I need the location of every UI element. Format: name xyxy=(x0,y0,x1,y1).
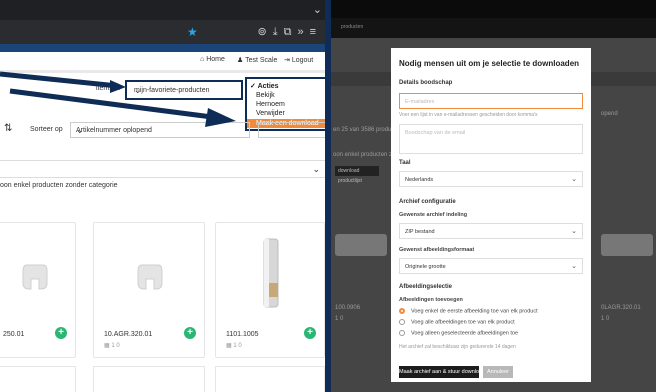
bg-text: en 25 van 3586 produc xyxy=(333,127,395,133)
product-card[interactable] xyxy=(215,366,325,392)
bg-code: 0LAGR.320.01 xyxy=(601,305,641,311)
browser-toolbar: ★ ⊚⤓⧉»≡ xyxy=(0,20,325,44)
user-icon: ♟ xyxy=(237,57,246,64)
product-card[interactable]: 250.01 + xyxy=(0,222,76,358)
chevron-down-icon: ⌄ xyxy=(571,263,577,270)
logout-link[interactable]: ⇥ Logout xyxy=(284,56,313,64)
browser-title-bar xyxy=(331,0,656,18)
details-section-title: Details boodschap xyxy=(399,80,453,86)
language-value: Nederlands xyxy=(405,177,434,183)
image-selection-title: Afbeeldingselectie xyxy=(399,284,453,290)
product-card[interactable] xyxy=(93,366,205,392)
image-format-label: Gewenst afbeeldingsformaat xyxy=(399,247,475,253)
chevron-down-icon: ⌄ xyxy=(312,164,320,174)
modal-title: Nodig mensen uit om je selectie te downl… xyxy=(399,59,580,68)
product-code: 1101.1005 xyxy=(226,331,259,338)
menu-item-delete[interactable]: Verwijder xyxy=(256,110,285,117)
product-code: 10.AGR.320.01 xyxy=(104,331,153,338)
user-link[interactable]: ♟ Test Scale xyxy=(237,56,277,64)
no-category-option[interactable]: oon enkel producten zonder categorie xyxy=(0,182,118,189)
add-product-icon[interactable]: + xyxy=(184,327,196,339)
menu-item-rename[interactable]: Hernoem xyxy=(256,101,285,108)
chevron-down-icon[interactable]: ⌄ xyxy=(313,3,322,16)
clamp-product-image xyxy=(22,264,48,290)
product-card[interactable]: 10.AGR.320.01 ▦ 1 0 + xyxy=(93,222,205,358)
add-images-label: Afbeeldingen toevoegen xyxy=(399,297,463,303)
secondary-select[interactable] xyxy=(258,122,325,138)
actions-menu-title: ✓ Acties xyxy=(250,83,279,90)
bg-code: 100.0906 xyxy=(335,305,361,311)
bg-meta: 1 0 xyxy=(601,316,610,322)
bg-text: opend xyxy=(601,111,618,117)
chevron-down-icon: ⌄ xyxy=(571,176,577,183)
archive-layout-select[interactable]: ZIP bestand ⌄ xyxy=(399,223,583,239)
site-top-bar: producten xyxy=(331,18,656,38)
radio-first-image[interactable]: Voeg enkel de eerste afbeelding toe van … xyxy=(399,308,538,314)
site-top-bar xyxy=(0,44,325,52)
add-product-icon[interactable]: + xyxy=(304,327,316,339)
chevron-down-icon: ⌄ xyxy=(134,85,142,95)
image-format-select[interactable]: Originele grootte ⌄ xyxy=(399,258,583,274)
language-select[interactable]: Nederlands ⌄ xyxy=(399,171,583,187)
header-nav: ⌂ Home ♟ Test Scale ⇥ Logout xyxy=(0,52,325,70)
language-section-title: Taal xyxy=(399,160,411,166)
browser-extension-icons[interactable]: ⊚⤓⧉»≡ xyxy=(258,25,322,39)
radio-all-images[interactable]: Voeg alle afbeeldingen toe van elk produ… xyxy=(399,319,515,325)
bg-text: oon enkel producten z xyxy=(333,152,393,158)
message-placeholder: Boodschap van de email xyxy=(405,130,466,136)
sort-row: ⇅ Sorteer op Artikelnummer oplopend ⌄ xyxy=(0,120,325,140)
archive-section-title: Archief configuratie xyxy=(399,199,456,205)
header-divider xyxy=(0,70,325,73)
add-product-icon[interactable]: + xyxy=(55,327,67,339)
radio-selected-images[interactable]: Voeg alleen geselecteerde afbeeldingen t… xyxy=(399,330,518,336)
home-link[interactable]: ⌂ Home xyxy=(200,56,225,63)
category-select[interactable]: ⌄ xyxy=(0,160,325,178)
favorites-list-select[interactable]: mijn-favoriete-producten ⌄ xyxy=(125,80,243,100)
right-panel: producten en 25 van 3586 produc oon enke… xyxy=(331,0,656,392)
sort-label: Sorteer op xyxy=(30,126,63,133)
bg-meta: 1 0 xyxy=(335,316,344,322)
product-meta: ▦ 1 0 xyxy=(226,343,242,349)
product-card[interactable] xyxy=(0,366,76,392)
create-archive-button[interactable]: Maak archief aan & stuur download link xyxy=(399,366,495,378)
pipe-product-image xyxy=(263,238,279,308)
email-placeholder: E-mailadres xyxy=(405,99,435,105)
radio-unselected-icon xyxy=(399,330,405,336)
image-format-value: Originele grootte xyxy=(405,264,446,270)
message-textarea[interactable]: Boodschap van de email xyxy=(399,124,583,154)
pipe-image xyxy=(601,234,653,256)
browser-title-bar: ⌄ xyxy=(0,0,325,20)
cancel-button[interactable]: Annuleer xyxy=(483,366,513,378)
filter-label: items in xyxy=(96,85,121,92)
bookmark-star-icon[interactable]: ★ xyxy=(187,25,198,39)
email-help-text: Voer een lijst in van e-mailadressen ges… xyxy=(399,112,538,118)
product-card[interactable]: 1101.1005 ▦ 1 0 + xyxy=(215,222,325,358)
left-panel: ⌄ ★ ⊚⤓⧉»≡ ⌂ Home ♟ Test Scale ⇥ Logout i… xyxy=(0,0,328,392)
breadcrumb: producten xyxy=(341,24,364,30)
menu-item-view[interactable]: Bekijk xyxy=(256,92,275,99)
chevron-down-icon: ⌄ xyxy=(76,125,84,135)
radio-selected-icon xyxy=(399,308,405,314)
chevron-down-icon: ⌄ xyxy=(571,228,577,235)
clamp-product-image xyxy=(137,264,163,290)
pipe-image xyxy=(335,234,387,256)
email-field[interactable]: E-mailadres xyxy=(399,93,583,109)
logout-icon: ⇥ xyxy=(284,57,292,64)
product-meta: ▦ 1 0 xyxy=(104,343,120,349)
product-code: 250.01 xyxy=(3,331,25,338)
archive-availability-note: Het archief zal beschikbaar zijn geduren… xyxy=(399,344,516,350)
archive-layout-label: Gewenste archief indeling xyxy=(399,212,468,218)
radio-unselected-icon xyxy=(399,319,405,325)
download-invite-modal: Nodig mensen uit om je selectie te downl… xyxy=(391,48,591,382)
bg-button: download productlijst xyxy=(335,166,379,184)
archive-layout-value: ZIP bestand xyxy=(405,229,435,235)
sort-select[interactable]: Artikelnummer oplopend ⌄ xyxy=(70,122,250,138)
sort-icon: ⇅ xyxy=(4,123,13,134)
